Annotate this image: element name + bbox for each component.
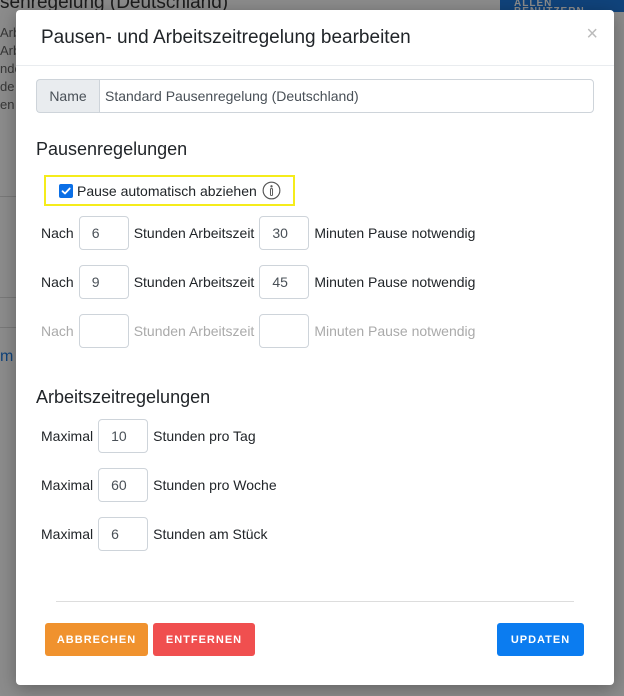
pause-section-title: Pausenregelungen [36, 139, 188, 159]
rule-suffix: Stunden pro Woche [153, 477, 277, 493]
rule-prefix: Nach [41, 323, 74, 339]
minutes-label: Minuten Pause notwendig [314, 323, 476, 339]
close-icon[interactable]: × [586, 24, 598, 44]
work-section-title: Arbeitszeitregelungen [36, 387, 211, 407]
name-input-group: Name [36, 79, 594, 113]
rule-suffix: Stunden am Stück [153, 526, 268, 542]
pause-rule-row-empty: Nach Stunden Arbeitszeit Minuten Pause n… [41, 314, 475, 348]
hours-input[interactable] [78, 265, 129, 299]
modal-header: Pausen- und Arbeitszeitregelung bearbeit… [16, 10, 614, 66]
work-rule-row: Maximal Stunden pro Tag [41, 419, 256, 453]
max-hours-input[interactable] [98, 468, 149, 502]
rule-prefix: Nach [41, 225, 74, 241]
auto-deduct-checkbox[interactable] [59, 183, 73, 198]
update-button[interactable]: UPDATEN [497, 623, 584, 656]
pause-rule-row: Nach Stunden Arbeitszeit Minuten Pause n… [41, 265, 475, 299]
pause-rule-row: Nach Stunden Arbeitszeit Minuten Pause n… [41, 216, 475, 250]
auto-deduct-label[interactable]: Pause automatisch abziehen [77, 183, 257, 199]
max-hours-input[interactable] [98, 419, 149, 453]
footer-divider [56, 601, 574, 602]
cancel-button[interactable]: ABBRECHEN [45, 623, 148, 656]
modal-title: Pausen- und Arbeitszeitregelung bearbeit… [41, 27, 411, 48]
rule-prefix: Nach [41, 274, 74, 290]
hours-label: Stunden Arbeitszeit [133, 225, 255, 241]
rule-suffix: Stunden pro Tag [153, 428, 256, 444]
info-icon[interactable] [262, 181, 281, 200]
edit-break-rule-modal: Pausen- und Arbeitszeitregelung bearbeit… [16, 10, 614, 685]
name-label: Name [36, 79, 99, 113]
hours-input[interactable] [78, 314, 129, 348]
name-field[interactable] [99, 79, 594, 113]
minutes-label: Minuten Pause notwendig [314, 274, 476, 290]
rule-prefix: Maximal [41, 477, 94, 493]
minutes-input[interactable] [259, 216, 310, 250]
hours-label: Stunden Arbeitszeit [133, 323, 255, 339]
auto-deduct-highlight: Pause automatisch abziehen [44, 175, 295, 206]
remove-button[interactable]: ENTFERNEN [153, 623, 255, 656]
hours-label: Stunden Arbeitszeit [133, 274, 255, 290]
max-hours-input[interactable] [98, 517, 149, 551]
hours-input[interactable] [78, 216, 129, 250]
checkmark-icon [61, 187, 71, 194]
work-rule-row: Maximal Stunden am Stück [41, 517, 268, 551]
minutes-input[interactable] [259, 265, 310, 299]
rule-prefix: Maximal [41, 526, 94, 542]
rule-prefix: Maximal [41, 428, 94, 444]
work-rule-row: Maximal Stunden pro Woche [41, 468, 277, 502]
minutes-label: Minuten Pause notwendig [314, 225, 476, 241]
minutes-input[interactable] [259, 314, 310, 348]
